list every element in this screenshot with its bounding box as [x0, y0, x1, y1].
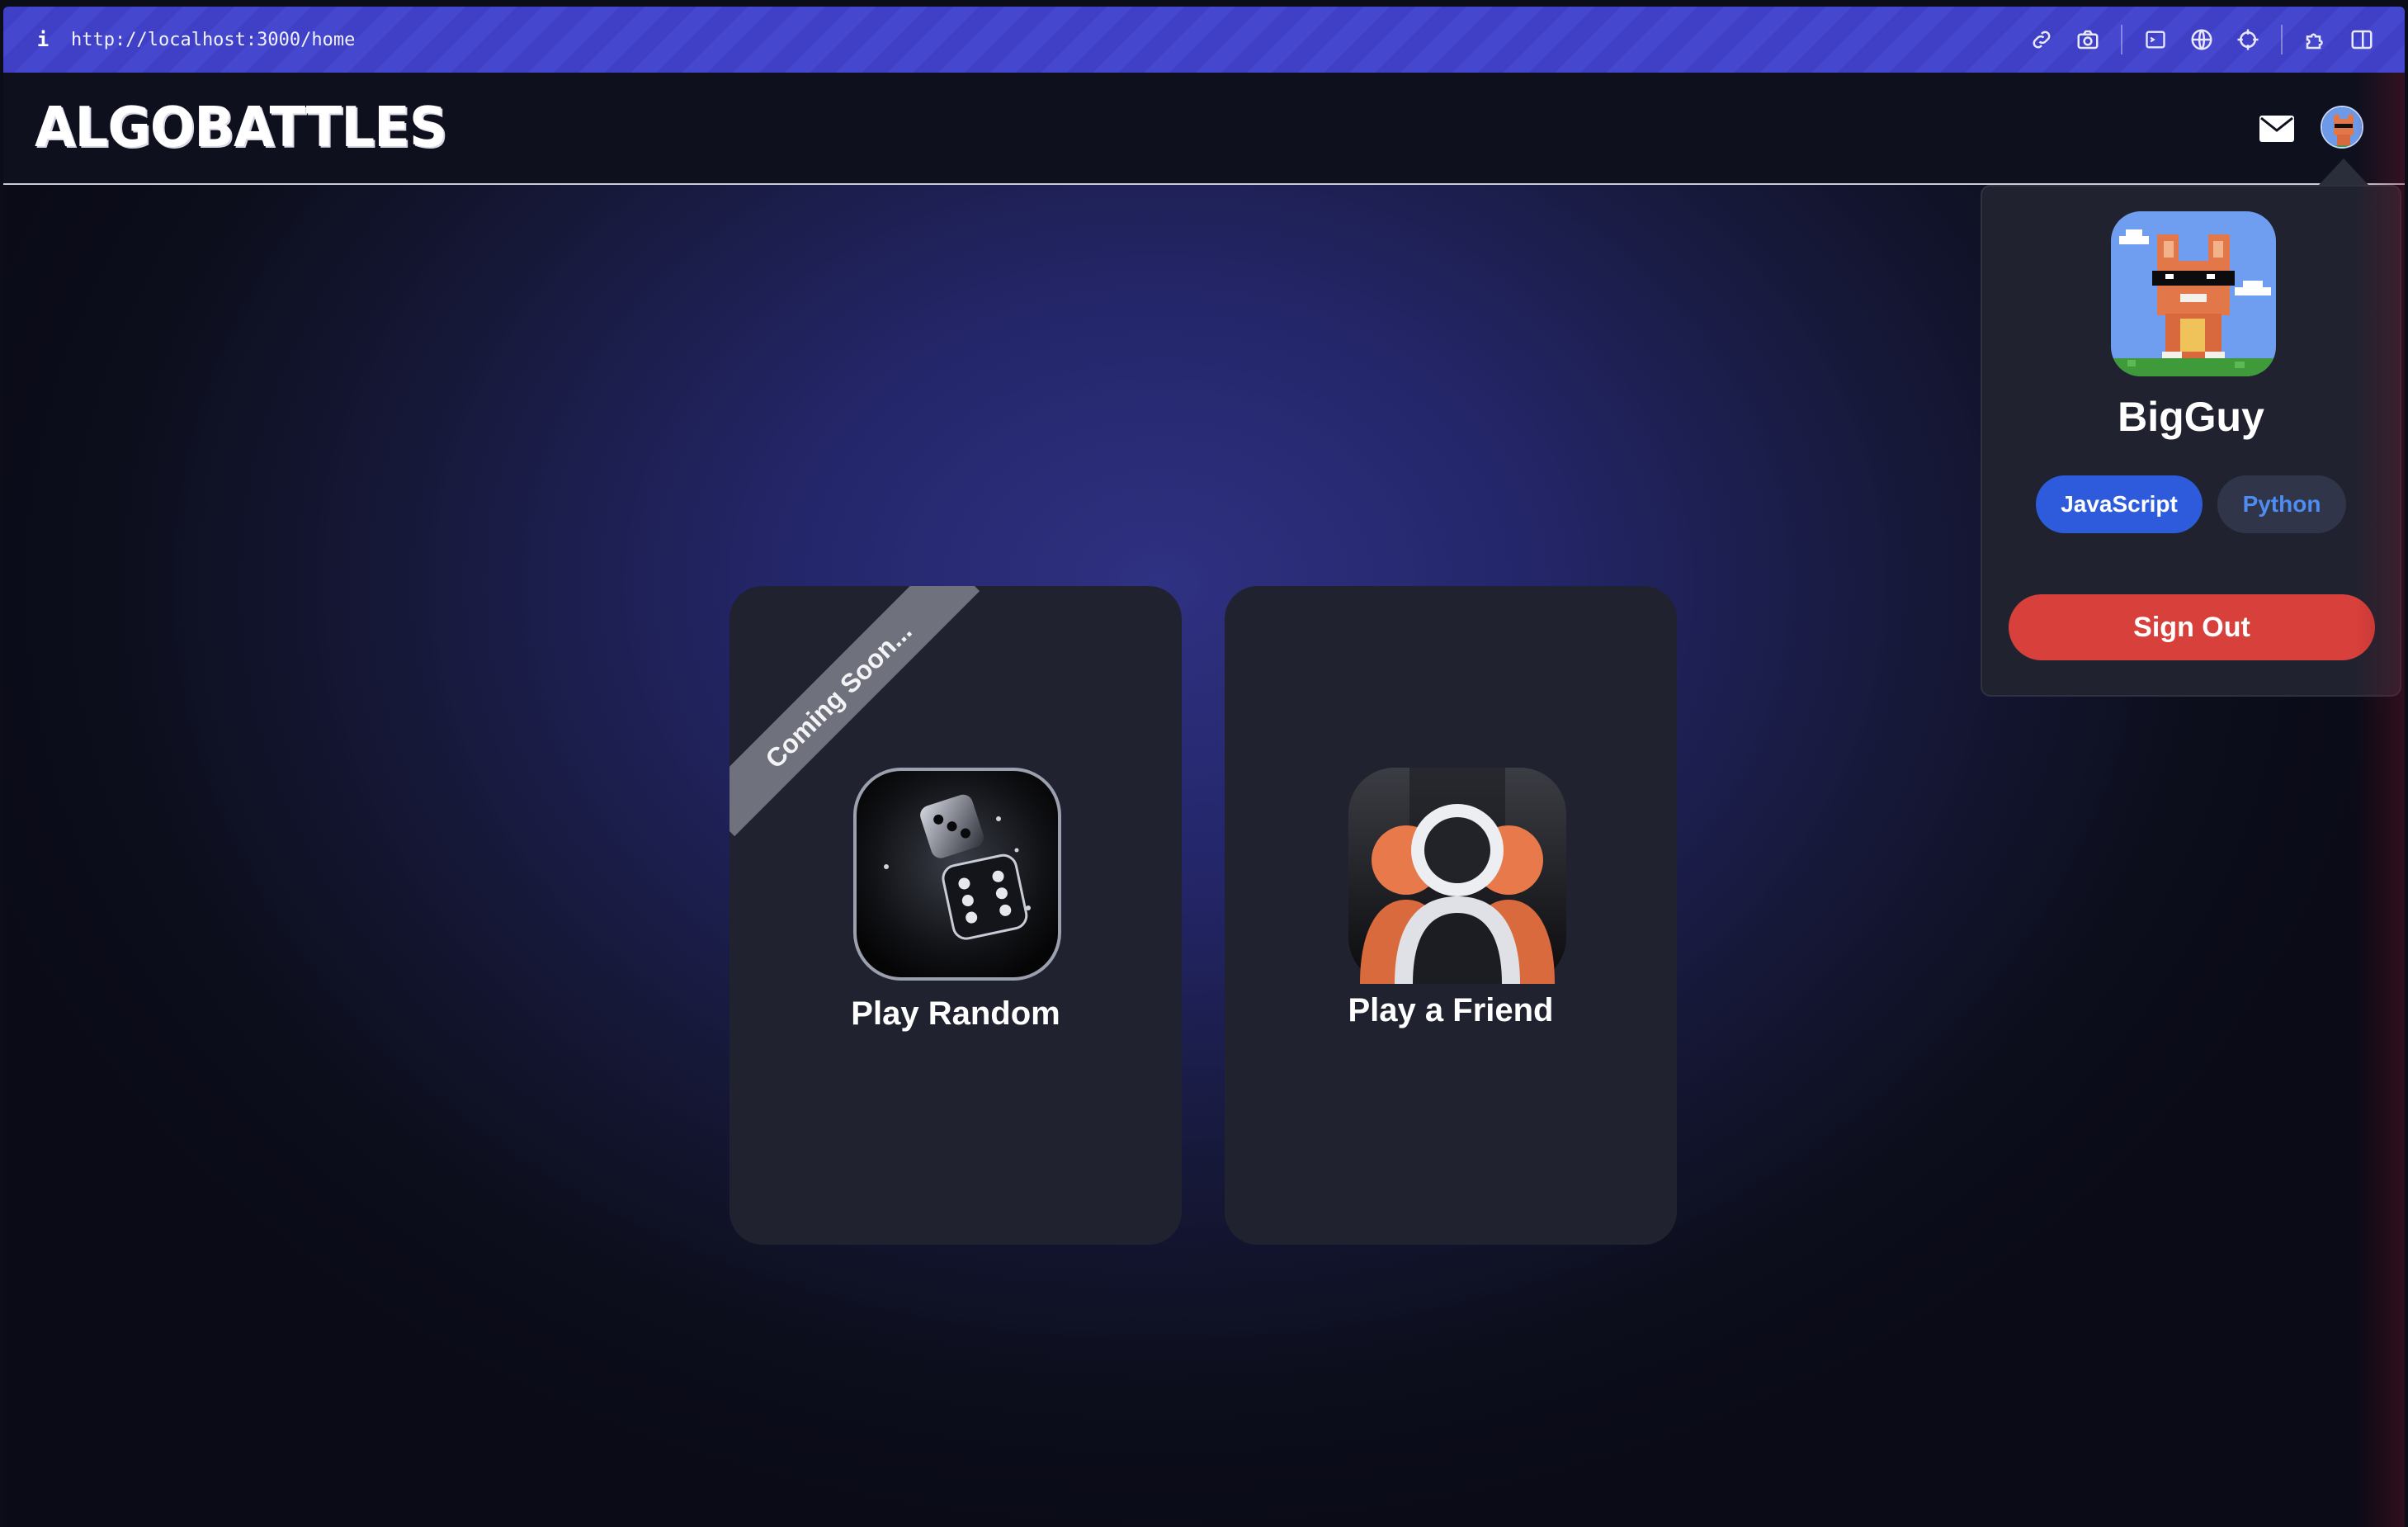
link-icon[interactable]: [2018, 17, 2065, 63]
play-friend-card[interactable]: Play a Friend: [1225, 586, 1677, 1245]
avatar[interactable]: [2321, 106, 2363, 149]
sign-out-button[interactable]: Sign Out: [2009, 594, 2375, 660]
browser-url-bar: i http://localhost:3000/home: [3, 7, 2405, 73]
profile-username: BigGuy: [2118, 394, 2264, 440]
language-selector: JavaScript Python: [1982, 475, 2400, 533]
dropdown-caret: [2319, 158, 2368, 185]
globe-icon[interactable]: [2179, 17, 2225, 63]
play-friend-title: Play a Friend: [1348, 992, 1554, 1028]
terminal-icon[interactable]: [2132, 17, 2179, 63]
play-random-title: Play Random: [851, 995, 1060, 1032]
app-root: ALGOBATTLES Coming Soon... Play Random P…: [3, 73, 2405, 1527]
crosshair-icon[interactable]: [2225, 17, 2271, 63]
mail-icon[interactable]: [2259, 116, 2294, 142]
site-logo[interactable]: ALGOBATTLES: [35, 96, 447, 160]
language-option-python[interactable]: Python: [2217, 475, 2346, 533]
dice-icon: [853, 768, 1061, 981]
toolbar-divider: [2121, 25, 2122, 54]
puzzle-icon[interactable]: [2292, 17, 2339, 63]
friends-icon: [1348, 768, 1566, 984]
profile-dropdown: BigGuy JavaScript Python Sign Out: [1981, 185, 2401, 697]
browser-toolbar: [2018, 7, 2385, 73]
play-random-card[interactable]: Coming Soon... Play Random: [729, 586, 1182, 1245]
url-text[interactable]: http://localhost:3000/home: [71, 30, 355, 50]
toolbar-divider: [2281, 25, 2283, 54]
split-view-icon[interactable]: [2339, 17, 2385, 63]
info-icon[interactable]: i: [26, 28, 59, 51]
top-navbar: ALGOBATTLES: [3, 73, 2405, 185]
profile-avatar: [2111, 211, 2276, 376]
camera-icon[interactable]: [2065, 17, 2111, 63]
language-option-javascript[interactable]: JavaScript: [2036, 475, 2203, 533]
